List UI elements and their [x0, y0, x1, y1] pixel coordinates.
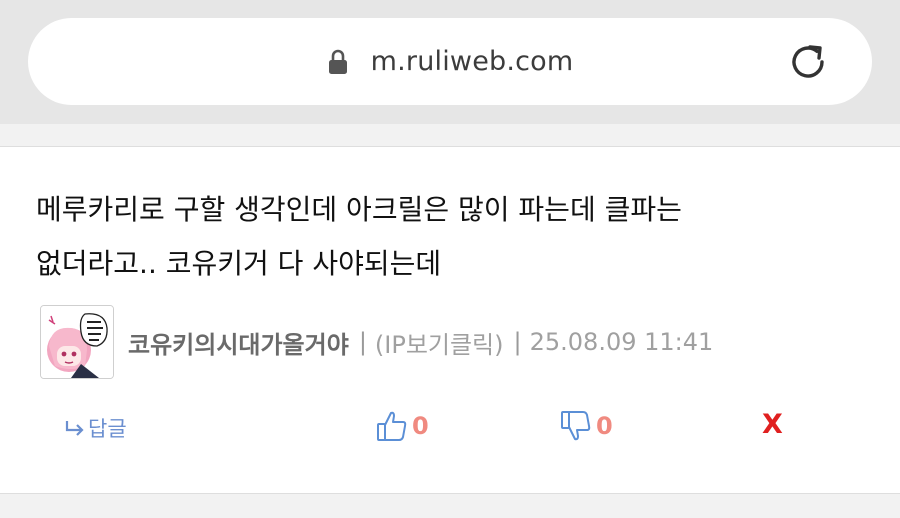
reply-label: 답글	[88, 417, 127, 441]
avatar-image	[41, 306, 113, 378]
url-text[interactable]: m.ruliweb.com	[371, 46, 574, 77]
reload-icon[interactable]	[786, 40, 830, 84]
thumbs-down-icon	[561, 411, 591, 441]
comment-card: 메루카리로 구할 생각인데 아크릴은 많이 파는데 클파는 없더라고.. 코유키…	[0, 146, 900, 494]
meta-separator-2: |	[513, 328, 522, 356]
delete-button[interactable]: X	[762, 409, 783, 440]
page-top-strip	[0, 124, 900, 144]
reply-button[interactable]: 답글	[64, 413, 127, 443]
thumbs-up-icon	[377, 411, 407, 441]
lock-icon	[328, 49, 347, 74]
meta-separator-1: |	[358, 328, 367, 356]
dislike-button[interactable]: 0	[560, 409, 613, 443]
like-button[interactable]: 0	[376, 409, 429, 443]
ip-view-link[interactable]: (IP보기클릭)	[375, 325, 504, 360]
avatar[interactable]	[40, 305, 114, 379]
comment-datetime: 25.08.09 11:41	[529, 328, 714, 356]
comment-actions: 답글 0 0 X	[0, 405, 900, 453]
address-bar-content: m.ruliweb.com	[28, 18, 872, 105]
like-count: 0	[412, 412, 429, 440]
comment-body: 메루카리로 구할 생각인데 아크릴은 많이 파는데 클파는 없더라고.. 코유키…	[36, 183, 856, 291]
comment-meta: 코유키의시대가올거야 | (IP보기클릭) | 25.08.09 11:41	[40, 305, 870, 379]
dislike-count: 0	[596, 412, 613, 440]
comment-line-2: 없더라고.. 코유키거 다 사야되는데	[36, 247, 442, 280]
reply-arrow-icon	[65, 421, 84, 436]
address-bar[interactable]: m.ruliweb.com	[28, 18, 872, 105]
browser-toolbar: m.ruliweb.com	[0, 0, 900, 124]
comment-line-1: 메루카리로 구할 생각인데 아크릴은 많이 파는데 클파는	[36, 193, 682, 226]
author-name[interactable]: 코유키의시대가올거야	[128, 325, 349, 360]
